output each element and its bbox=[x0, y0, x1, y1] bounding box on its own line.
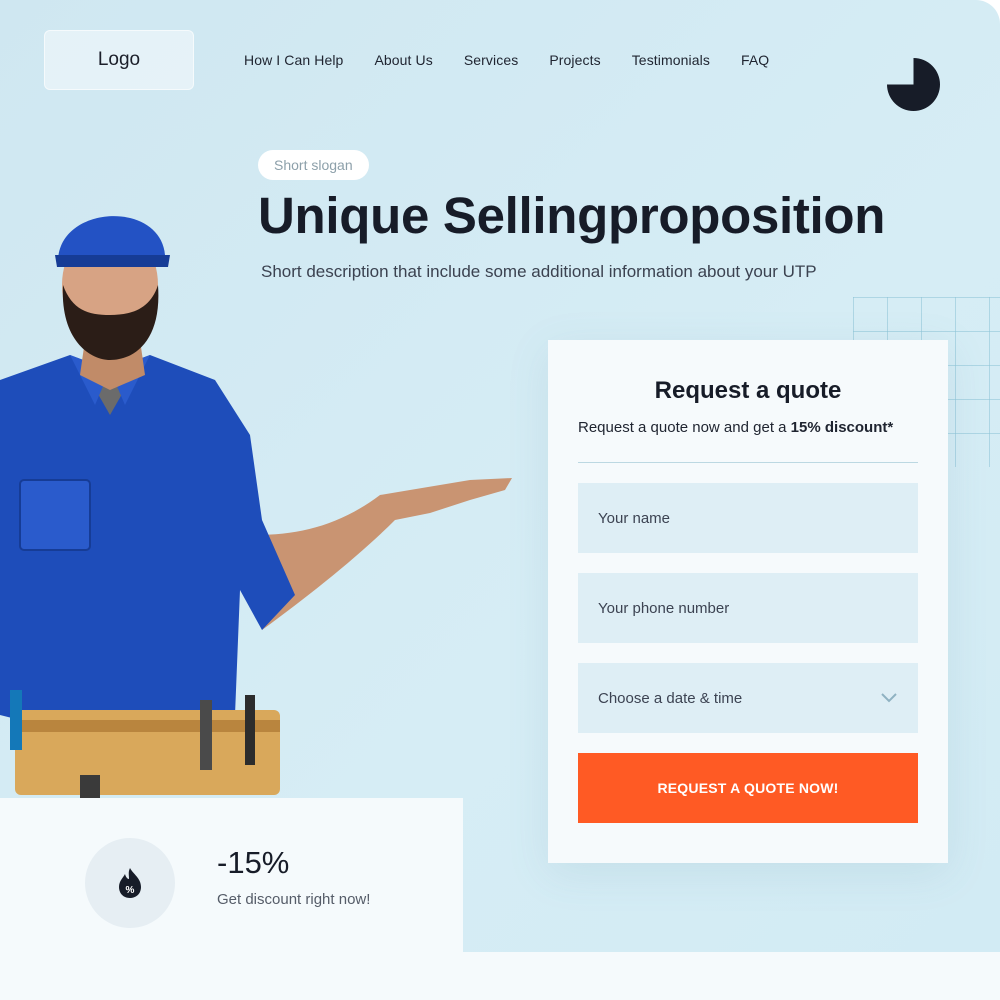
form-title: Request a quote bbox=[654, 377, 842, 404]
form-divider bbox=[578, 462, 918, 463]
svg-text:%: % bbox=[126, 885, 135, 896]
quote-form-card: Request a quote Request a quote now and … bbox=[548, 340, 948, 863]
discount-icon-circle: % bbox=[85, 838, 175, 928]
phone-input[interactable] bbox=[578, 573, 918, 643]
main-nav: How I Can Help About Us Services Project… bbox=[244, 51, 800, 69]
bottom-strip bbox=[0, 952, 1000, 1000]
logo[interactable]: Logo bbox=[44, 30, 194, 90]
nav-about-us[interactable]: About Us bbox=[374, 51, 432, 69]
nav-projects[interactable]: Projects bbox=[549, 51, 600, 69]
form-subtitle: Request a quote now and get a 15% discou… bbox=[578, 419, 893, 436]
discount-flame-icon: % bbox=[119, 868, 141, 898]
request-quote-button[interactable]: REQUEST A QUOTE NOW! bbox=[578, 753, 918, 823]
name-input[interactable] bbox=[578, 483, 918, 553]
promo-value: -15% bbox=[217, 845, 290, 880]
worker-photo bbox=[0, 216, 512, 800]
date-time-select-label: Choose a date & time bbox=[598, 689, 743, 707]
pie-chart-icon[interactable] bbox=[887, 58, 940, 111]
discount-promo-card: % -15% Get discount right now! bbox=[0, 798, 463, 952]
nav-faq[interactable]: FAQ bbox=[741, 51, 769, 69]
logo-text: Logo bbox=[97, 49, 141, 70]
nav-services[interactable]: Services bbox=[464, 51, 518, 69]
nav-testimonials[interactable]: Testimonials bbox=[632, 51, 710, 69]
discount-highlight: 15% discount* bbox=[790, 419, 894, 436]
form-subtitle-text: Request a quote now and get a bbox=[578, 419, 791, 436]
promo-text: Get discount right now! bbox=[217, 891, 371, 908]
nav-how-i-can-help[interactable]: How I Can Help bbox=[244, 51, 343, 69]
date-time-select[interactable]: Choose a date & time bbox=[578, 663, 918, 733]
chevron-down-icon bbox=[881, 693, 897, 703]
